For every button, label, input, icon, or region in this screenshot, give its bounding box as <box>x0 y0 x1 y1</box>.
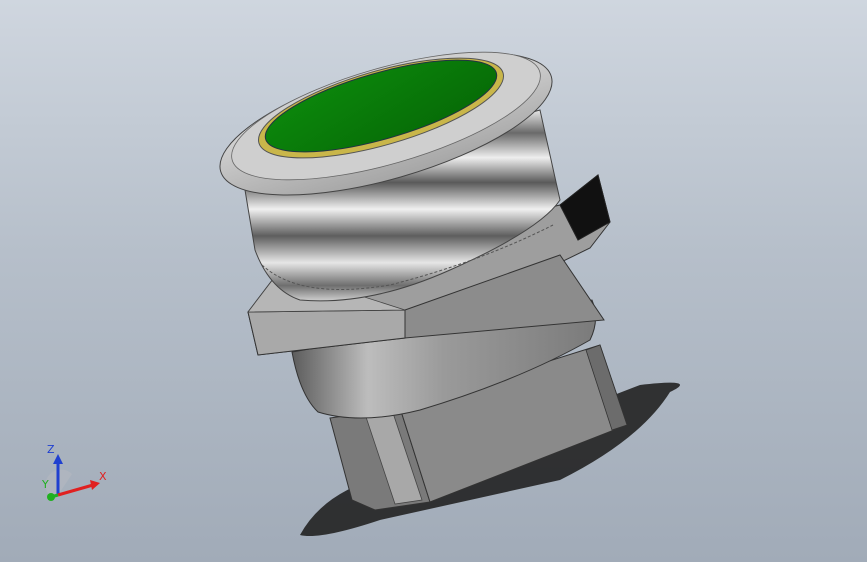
orientation-triad[interactable]: Z X Y <box>38 440 118 510</box>
push-button-model[interactable] <box>0 0 867 562</box>
triad-x-label: X <box>99 470 107 483</box>
graphics-viewport[interactable]: Z X Y <box>0 0 867 562</box>
triad-z-label: Z <box>47 443 55 456</box>
triad-y-label: Y <box>42 478 49 491</box>
